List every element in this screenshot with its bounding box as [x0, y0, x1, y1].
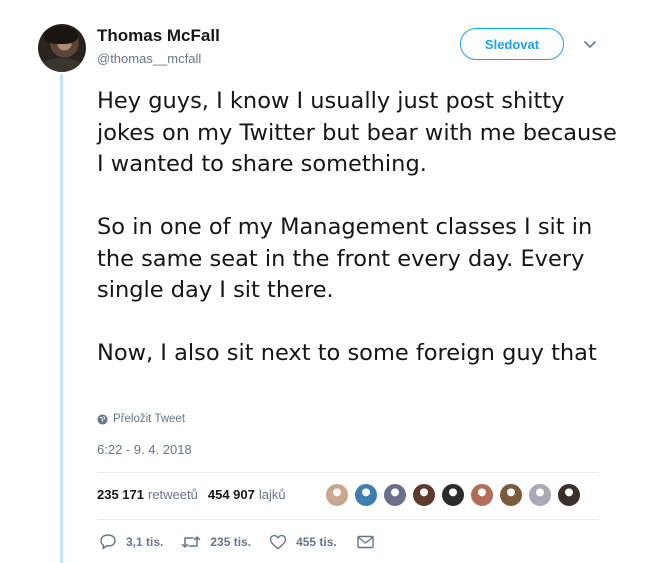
likes-label: lajků	[258, 487, 286, 502]
retweet-icon	[182, 535, 201, 548]
retweet-button[interactable]: 235 tis.	[181, 534, 251, 550]
liker-avatar[interactable]	[470, 483, 494, 507]
thread-connector-line	[60, 74, 63, 563]
reply-icon	[100, 534, 116, 550]
chevron-down-icon[interactable]	[582, 38, 598, 52]
retweet-count: 235 tis.	[210, 534, 252, 549]
tweet-paragraph: Now, I also sit next to some foreign guy…	[97, 340, 597, 366]
envelope-icon	[357, 535, 374, 548]
tweet-text: Hey guys, I know I usually just post shi…	[97, 86, 617, 370]
divider	[97, 472, 598, 473]
globe-icon	[97, 413, 108, 425]
retweets-stat[interactable]: 235 171 retweetů	[97, 487, 198, 502]
tweet-timestamp[interactable]: 6:22 - 9. 4. 2018	[97, 442, 192, 457]
liker-avatar[interactable]	[499, 483, 523, 507]
likes-stat[interactable]: 454 907 lajků	[208, 487, 286, 502]
avatar[interactable]	[38, 24, 86, 72]
tweet-stats: 235 171 retweetů 454 907 lajků	[97, 487, 296, 502]
liker-avatar[interactable]	[325, 483, 349, 507]
reply-button[interactable]: 3,1 tis.	[99, 533, 163, 550]
liker-avatar[interactable]	[441, 483, 465, 507]
retweets-label: retweetů	[148, 487, 198, 502]
reply-count: 3,1 tis.	[126, 534, 164, 549]
liker-avatar[interactable]	[528, 483, 552, 507]
like-button[interactable]: 455 tis.	[269, 534, 337, 550]
translate-label: Přeložit Tweet	[113, 413, 186, 425]
author-handle[interactable]: @thomas__mcfall	[97, 51, 201, 66]
follow-button[interactable]: Sledovat	[460, 28, 564, 60]
liker-avatar[interactable]	[412, 483, 436, 507]
tweet-actions: 3,1 tis. 235 tis. 455 tis.	[99, 533, 383, 550]
tweet-paragraph: Hey guys, I know I usually just post shi…	[97, 88, 617, 177]
likes-count: 454 907	[207, 487, 255, 502]
divider	[97, 519, 598, 520]
liker-avatar[interactable]	[354, 483, 378, 507]
tweet-paragraph: So in one of my Management classes I sit…	[97, 214, 593, 303]
liker-avatar[interactable]	[557, 483, 581, 507]
liker-avatars	[325, 483, 586, 507]
heart-icon	[269, 534, 287, 549]
translate-tweet-link[interactable]: Přeložit Tweet	[97, 413, 185, 425]
retweets-count: 235 171	[97, 487, 144, 502]
liker-avatar[interactable]	[383, 483, 407, 507]
like-count: 455 tis.	[296, 534, 337, 549]
direct-message-button[interactable]	[357, 535, 383, 549]
author-name[interactable]: Thomas McFall	[97, 26, 220, 46]
